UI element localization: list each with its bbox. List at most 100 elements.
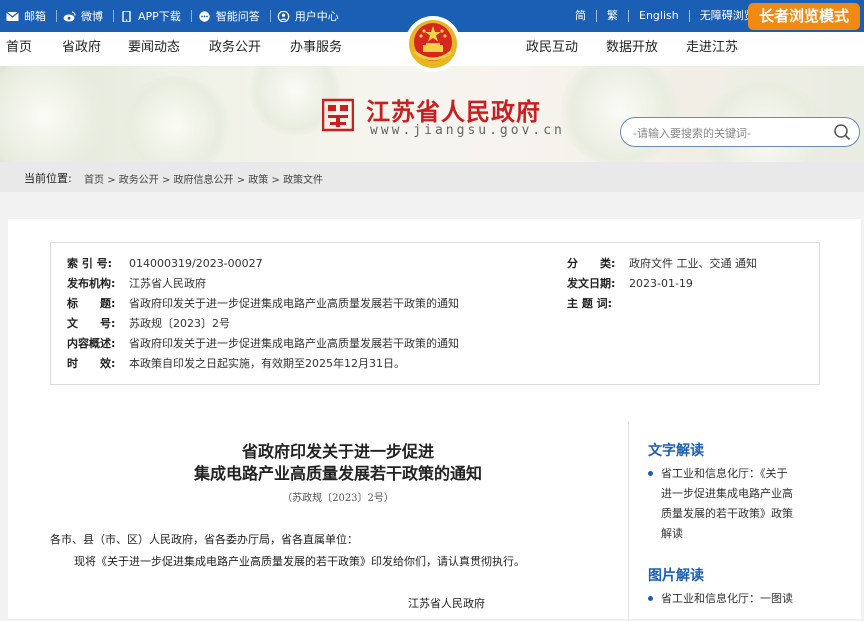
meta-value: 2023-01-19	[629, 277, 693, 290]
text-interpretation-line: 质量发展的若干政策》政策	[661, 507, 793, 520]
meta-row-summary: 内容概述: 省政府印发关于进一步促进集成电路产业高质量发展若干政策的通知	[67, 336, 459, 352]
breadcrumb-item-home[interactable]: 首页	[84, 175, 104, 186]
text-interpretation-line: 解读	[661, 527, 683, 540]
topbar-right-links: 简 繁 English 无障碍浏览	[565, 0, 765, 32]
emblem-icon	[405, 16, 461, 72]
topbar-app-label: APP下载	[138, 10, 181, 23]
meta-key: 标 题:	[67, 297, 116, 310]
topbar-links: 邮箱 微博 APP下载 智能问答 用户中心	[0, 0, 349, 32]
meta-row-docno: 文 号: 苏政规〔2023〕2号	[67, 316, 230, 332]
meta-row-validity: 时 效: 本政策自印发之日起实施，有效期至2025年12月31日。	[67, 356, 405, 372]
document-number: （苏政规〔2023〕2号）	[282, 493, 394, 504]
topbar-weibo-label: 微博	[81, 10, 103, 23]
elder-mode-button[interactable]: 长者浏览模式	[748, 3, 860, 30]
header-banner: 江苏省人民政府 www.jiangsu.gov.cn -请输入要搜索的关键词-	[0, 66, 864, 162]
document-title-line: 集成电路产业高质量发展若干政策的通知	[193, 464, 482, 483]
meta-value: 省政府印发关于进一步促进集成电路产业高质量发展若干政策的通知	[129, 337, 459, 350]
text-interpretation-line: 进一步促进集成电路产业高	[661, 487, 793, 500]
topbar-mail-link[interactable]: 邮箱	[0, 10, 57, 23]
nav-item-province-gov[interactable]: 省政府	[62, 32, 101, 64]
mail-icon	[6, 11, 19, 21]
meta-value: 苏政规〔2023〕2号	[129, 317, 230, 330]
traditional-link[interactable]: 繁	[597, 10, 629, 22]
meta-row-index: 索 引 号: 014000319/2023-00027	[67, 256, 263, 272]
image-interpretation-heading: 图片解读	[648, 568, 704, 584]
phone-icon	[122, 10, 131, 22]
nav-item-open-data[interactable]: 数据开放	[606, 32, 658, 64]
national-emblem	[403, 14, 463, 74]
breadcrumb-item-policy[interactable]: 政策	[248, 175, 268, 186]
meta-row-keywords: 主 题 词:	[567, 296, 629, 312]
topbar-user-link[interactable]: 用户中心	[271, 10, 349, 23]
meta-key: 内容概述:	[67, 337, 116, 350]
meta-key: 索 引 号:	[67, 257, 113, 270]
breadcrumb-separator: >	[161, 175, 171, 186]
breadcrumb-separator: >	[107, 175, 116, 186]
topbar-user-label: 用户中心	[294, 10, 339, 23]
meta-row-date: 发文日期: 2023-01-19	[567, 276, 693, 292]
topbar-weibo-link[interactable]: 微博	[57, 10, 114, 23]
english-link[interactable]: English	[629, 10, 690, 22]
nav-item-services[interactable]: 办事服务	[290, 32, 342, 64]
meta-key: 分 类:	[567, 257, 616, 270]
meta-row-category: 分 类: 政府文件 工业、交通 通知	[567, 256, 757, 272]
document-title-line: 省政府印发关于进一步促进	[241, 442, 434, 461]
chat-icon	[199, 10, 210, 22]
meta-key: 发文日期:	[567, 277, 616, 290]
document-addressee: 各市、县（市、区）人民政府，省各委办厅局，省各直属单位：	[50, 533, 358, 546]
breadcrumb-path: 首页 > 政务公开 > 政府信息公开 > 政策 > 政策文件	[84, 171, 323, 186]
document-body: 现将《关于进一步促进集成电路产业高质量发展的若干政策》印发给你们，请认真贯彻执行…	[74, 555, 525, 568]
breadcrumb-item-gov-affairs[interactable]: 政务公开	[119, 175, 159, 186]
main-content: 索 引 号: 014000319/2023-00027 发布机构: 江苏省人民政府 …	[8, 219, 861, 621]
topbar-qa-link[interactable]: 智能问答	[192, 10, 271, 23]
image-interpretation-link[interactable]: 省工业和信息化厅：一图读	[648, 589, 818, 609]
meta-value: 省政府印发关于进一步促进集成电路产业高质量发展若干政策的通知	[129, 297, 459, 310]
banner-flower-decoration	[0, 66, 110, 162]
breadcrumb-label: 当前位置:	[24, 172, 72, 185]
meta-value: 014000319/2023-00027	[129, 257, 263, 270]
nav-item-about[interactable]: 走进江苏	[686, 32, 738, 64]
document-title: 省政府印发关于进一步促进 集成电路产业高质量发展若干政策的通知	[68, 441, 608, 485]
weibo-icon	[63, 10, 76, 21]
meta-row-title: 标 题: 省政府印发关于进一步促进集成电路产业高质量发展若干政策的通知	[67, 296, 459, 312]
nav-item-home[interactable]: 首页	[6, 32, 32, 64]
banner-flower-decoration	[560, 66, 680, 162]
search-placeholder: -请输入要搜索的关键词-	[633, 127, 751, 140]
document-meta-table: 索 引 号: 014000319/2023-00027 发布机构: 江苏省人民政府 …	[50, 242, 820, 385]
document-signature: 江苏省人民政府	[408, 597, 485, 610]
breadcrumb: 当前位置: 首页 > 政务公开 > 政府信息公开 > 政策 > 政策文件	[0, 162, 864, 192]
breadcrumb-item-info-disclosure[interactable]: 政府信息公开	[174, 175, 234, 186]
meta-key: 主 题 词:	[567, 297, 613, 310]
breadcrumb-separator: >	[271, 175, 280, 186]
jiangsu-logo-icon	[322, 98, 354, 132]
meta-row-publisher: 发布机构: 江苏省人民政府	[67, 276, 206, 292]
sidebar-divider	[628, 421, 629, 621]
text-interpretation-link[interactable]: 省工业和信息化厅：《关于 进一步促进集成电路产业高 质量发展的若干政策》政策 解…	[648, 464, 818, 544]
image-interpretation-text: 省工业和信息化厅：一图读	[661, 592, 793, 605]
topbar-mail-label: 邮箱	[24, 10, 46, 23]
bullet-dot-icon	[648, 596, 653, 601]
meta-key: 文 号:	[67, 317, 116, 330]
meta-value: 本政策自印发之日起实施，有效期至2025年12月31日。	[129, 357, 405, 370]
topbar-app-link[interactable]: APP下载	[114, 10, 192, 23]
nav-item-news[interactable]: 要闻动态	[128, 32, 180, 64]
bullet-dot-icon	[648, 471, 653, 476]
meta-value: 江苏省人民政府	[129, 277, 206, 290]
breadcrumb-separator: >	[236, 175, 246, 186]
meta-value: 政府文件 工业、交通 通知	[629, 257, 757, 270]
meta-key: 发布机构:	[67, 277, 116, 290]
site-name: 江苏省人民政府	[366, 97, 541, 126]
banner-flower-decoration	[120, 76, 230, 162]
nav-item-gov-affairs[interactable]: 政务公开	[209, 32, 261, 64]
search-box[interactable]: -请输入要搜索的关键词-	[620, 117, 860, 147]
user-icon	[277, 10, 290, 22]
site-url: www.jiangsu.gov.cn	[370, 123, 565, 138]
meta-key: 时 效:	[67, 357, 116, 370]
text-interpretation-heading: 文字解读	[648, 443, 704, 459]
search-icon[interactable]	[833, 123, 851, 141]
nav-item-interaction[interactable]: 政民互动	[526, 32, 578, 64]
simplified-link[interactable]: 简	[565, 10, 597, 22]
text-interpretation-line: 省工业和信息化厅：《关于	[661, 467, 788, 480]
breadcrumb-item-policy-docs[interactable]: 政策文件	[283, 175, 323, 186]
topbar-qa-label: 智能问答	[215, 10, 260, 23]
